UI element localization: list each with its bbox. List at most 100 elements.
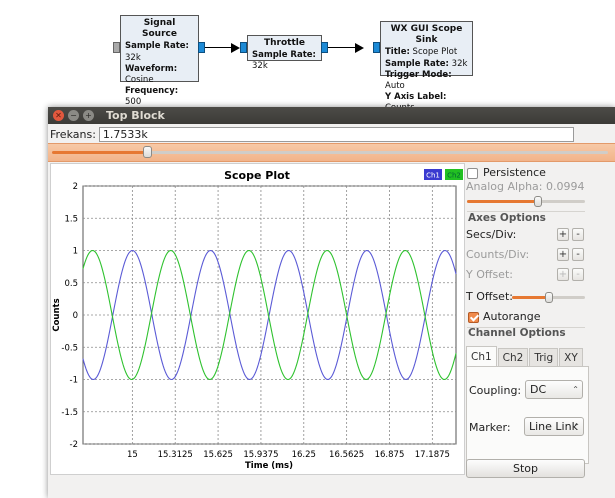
y-axis-label: Counts (52, 298, 62, 331)
scope-sink-param-key: Trigger Mode: (385, 69, 452, 80)
x-tick-label: 15 (127, 450, 138, 460)
scope-sink-param-key: Sample Rate: (385, 58, 449, 69)
signal-source-param-key: Waveform: (125, 63, 178, 74)
axes-options-header: Axes Options (468, 212, 546, 224)
y-tick-label: 1.5 (64, 214, 78, 224)
analog-alpha-fill (467, 200, 538, 203)
tab-ch2[interactable]: Ch2 (497, 348, 529, 366)
persistence-checkbox[interactable] (467, 168, 478, 179)
x-tick-label: 16.5625 (329, 450, 364, 460)
coupling-select[interactable]: DC ⌃ (525, 380, 583, 399)
legend-label-ch1: Ch1 (426, 172, 440, 180)
marker-select[interactable]: Line Link ⌃ (524, 417, 584, 436)
y-tick-label: 2 (73, 182, 78, 192)
frekans-slider[interactable] (52, 146, 608, 158)
scope-plot-svg: 2 1.5 1 0.5 0 -0.5 -1 -1.5 -2 15 15.3125 15.625 15.9… (52, 169, 463, 471)
frekans-label: Frekans: (50, 127, 96, 141)
x-tick-label: 17.1875 (415, 450, 450, 460)
analog-alpha-handle[interactable] (533, 196, 542, 207)
y-tick-label: 0.5 (64, 279, 78, 289)
t-offset-label: T Offset: (466, 290, 513, 303)
t-offset-slider[interactable] (512, 292, 585, 303)
t-offset-handle[interactable] (544, 292, 553, 303)
channel-options-header: Channel Options (468, 327, 566, 339)
frekans-slider-handle[interactable] (142, 146, 152, 158)
maximize-icon[interactable]: + (83, 110, 94, 121)
coupling-label: Coupling: (469, 384, 522, 397)
y-offset-plus-button[interactable]: + (557, 268, 569, 281)
close-icon[interactable]: ✕ (53, 110, 64, 121)
counts-div-minus-button[interactable]: - (572, 248, 584, 261)
signal-source-param-value: Cosine (125, 75, 154, 86)
counts-div-plus-button[interactable]: + (557, 248, 569, 261)
x-tick-label: 16.875 (375, 450, 405, 460)
signal-source-input-port[interactable] (113, 42, 120, 53)
y-tick-label: -1 (70, 376, 78, 386)
tab-xy[interactable]: XY (559, 348, 583, 366)
y-offset-label: Y Offset: (466, 268, 513, 281)
signal-source-param-value: 32k (125, 52, 141, 63)
autorange-label: Autorange (483, 310, 541, 323)
window-titlebar[interactable]: ✕ − + Top Block (48, 107, 615, 124)
y-tick-label: -2 (70, 440, 78, 450)
combo-arrows-icon: ⌃ (572, 385, 579, 394)
t-offset-fill (512, 296, 549, 299)
scope-sink-param-value: Scope Plot (409, 47, 458, 58)
scope-plot: 2 1.5 1 0.5 0 -0.5 -1 -1.5 -2 15 15.3125 15.625 15.9… (50, 163, 465, 475)
minimize-icon[interactable]: − (68, 110, 79, 121)
coupling-value: DC (530, 383, 547, 396)
y-tick-label: 1 (73, 247, 78, 257)
signal-source-param-value: 500 (125, 97, 142, 108)
stop-button[interactable]: Stop (466, 459, 585, 478)
persistence-label: Persistence (483, 166, 546, 179)
counts-div-label: Counts/Div: (466, 248, 530, 261)
y-tick-label: 0 (73, 311, 78, 321)
analog-alpha-label: Analog Alpha: 0.0994 (466, 180, 585, 193)
throttle-param: Sample Rate: 32k (252, 50, 317, 72)
throttle-input-port[interactable] (240, 42, 247, 53)
tab-trig[interactable]: Trig (529, 348, 559, 366)
signal-source-param-key: Sample Rate: (125, 41, 189, 52)
x-axis-label: Time (ms) (245, 461, 293, 471)
scope-sink-param: Trigger Mode: Auto (385, 70, 468, 92)
signal-source-block[interactable]: Signal Source Sample Rate: 32k Waveform: … (120, 15, 199, 130)
marker-label: Marker: (469, 421, 511, 434)
throttle-param-value: 32k (252, 61, 268, 72)
y-offset-minus-button[interactable]: - (572, 268, 584, 281)
frekans-row: Frekans: 1.7533k (48, 124, 615, 144)
chart-title: Scope Plot (224, 169, 290, 182)
signal-source-param-key: Frequency: (125, 86, 179, 97)
channel-tab-panel: Coupling: DC ⌃ Marker: Line Link ⌃ (466, 366, 589, 464)
x-tick-label: 15.9375 (243, 450, 278, 460)
combo-arrows-icon: ⌃ (573, 422, 580, 431)
analog-alpha-slider[interactable] (467, 196, 585, 207)
scope-sink-title: WX GUI Scope Sink (390, 24, 463, 46)
connection-arrowhead-1 (231, 43, 240, 53)
secs-div-minus-button[interactable]: - (572, 228, 584, 241)
scope-sink-param-value: Auto (385, 81, 405, 92)
y-tick-label: -0.5 (61, 343, 78, 353)
legend-label-ch2: Ch2 (447, 172, 461, 180)
marker-value: Line Link (529, 420, 578, 433)
secs-div-plus-button[interactable]: + (557, 228, 569, 241)
connection-arrow-2 (328, 47, 356, 48)
top-block-window: ✕ − + Top Block Frekans: 1.7533k 2 1.5 1 0.… (48, 107, 615, 498)
connection-arrowhead-2 (355, 43, 364, 53)
signal-source-output-port[interactable] (198, 42, 205, 53)
x-tick-label: 16.25 (292, 450, 316, 460)
throttle-output-port[interactable] (321, 42, 328, 53)
scope-sink-input-port[interactable] (373, 42, 380, 53)
scope-sink-param: Sample Rate: 32k (385, 59, 468, 70)
scope-sink-block[interactable]: WX GUI Scope Sink Title: Scope Plot Sampl… (380, 21, 473, 113)
x-tick-label: 15.625 (203, 450, 233, 460)
frekans-input[interactable]: 1.7533k (98, 126, 574, 142)
y-tick-label: -1.5 (61, 408, 78, 418)
frekans-slider-row (48, 143, 615, 162)
throttle-title: Throttle (264, 38, 305, 48)
tab-ch1[interactable]: Ch1 (466, 346, 497, 366)
signal-source-title: Signal Source (142, 18, 177, 40)
throttle-block[interactable]: Throttle Sample Rate: 32k (247, 35, 322, 71)
x-tick-label: 15.3125 (158, 450, 193, 460)
connection-arrow-1 (205, 47, 232, 48)
autorange-checkbox[interactable] (468, 312, 479, 323)
